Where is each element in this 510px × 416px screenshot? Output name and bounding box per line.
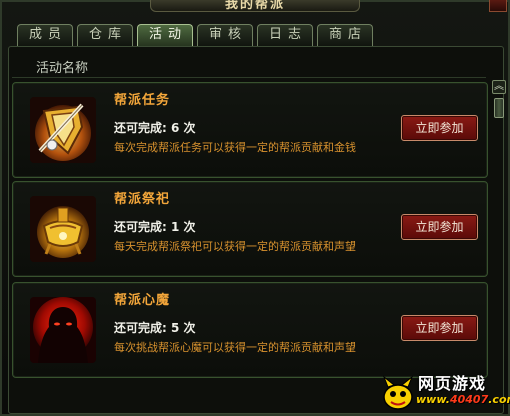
scroll-up-button[interactable]: ︽: [492, 80, 506, 94]
tab-members[interactable]: 成员: [17, 24, 73, 46]
activity-row-guild-task: 帮派任务 还可完成: 6 次 每次完成帮派任务可以获得一定的帮派贡献和金钱 立即…: [12, 82, 488, 178]
activity-title: 帮派任务: [114, 93, 171, 108]
remaining-count: 还可完成: 5 次: [114, 321, 196, 335]
scrollbar-thumb[interactable]: [494, 98, 504, 118]
window-title: 我的帮派: [150, 0, 360, 12]
join-now-button[interactable]: 立即参加: [401, 315, 478, 341]
remaining-count: 还可完成: 6 次: [114, 121, 196, 135]
activity-description: 每次挑战帮派心魔可以获得一定的帮派贡献和声望: [114, 341, 356, 354]
remaining-count: 还可完成: 1 次: [114, 220, 196, 234]
tab-bar: 成员 仓库 活动 审核 日志 商店: [17, 24, 373, 46]
tab-review[interactable]: 审核: [197, 24, 253, 46]
join-now-button[interactable]: 立即参加: [401, 115, 478, 141]
activity-row-guild-inner-demon: 帮派心魔 还可完成: 5 次 每次挑战帮派心魔可以获得一定的帮派贡献和声望 立即…: [12, 282, 488, 378]
activity-description: 每天完成帮派祭祀可以获得一定的帮派贡献和声望: [114, 240, 356, 253]
header-divider: [12, 77, 486, 78]
tab-log[interactable]: 日志: [257, 24, 313, 46]
tab-shop[interactable]: 商店: [317, 24, 373, 46]
activity-title: 帮派祭祀: [114, 192, 171, 207]
tab-activities[interactable]: 活动: [137, 24, 193, 46]
activity-title: 帮派心魔: [114, 293, 171, 308]
close-button[interactable]: [489, 0, 507, 12]
incense-burner-icon: [30, 196, 96, 262]
join-now-button[interactable]: 立即参加: [401, 214, 478, 240]
column-header-activity-name: 活动名称: [36, 61, 89, 76]
activity-description: 每次完成帮派任务可以获得一定的帮派贡献和金钱: [114, 141, 356, 154]
watermark-title: 网页游戏: [418, 374, 487, 393]
demon-silhouette-icon: [30, 297, 96, 363]
tab-warehouse[interactable]: 仓库: [77, 24, 133, 46]
activity-row-guild-sacrifice: 帮派祭祀 还可完成: 1 次 每天完成帮派祭祀可以获得一定的帮派贡献和声望 立即…: [12, 181, 488, 277]
sword-shield-icon: [30, 97, 96, 163]
watermark-url: www.40407.com: [416, 393, 510, 406]
